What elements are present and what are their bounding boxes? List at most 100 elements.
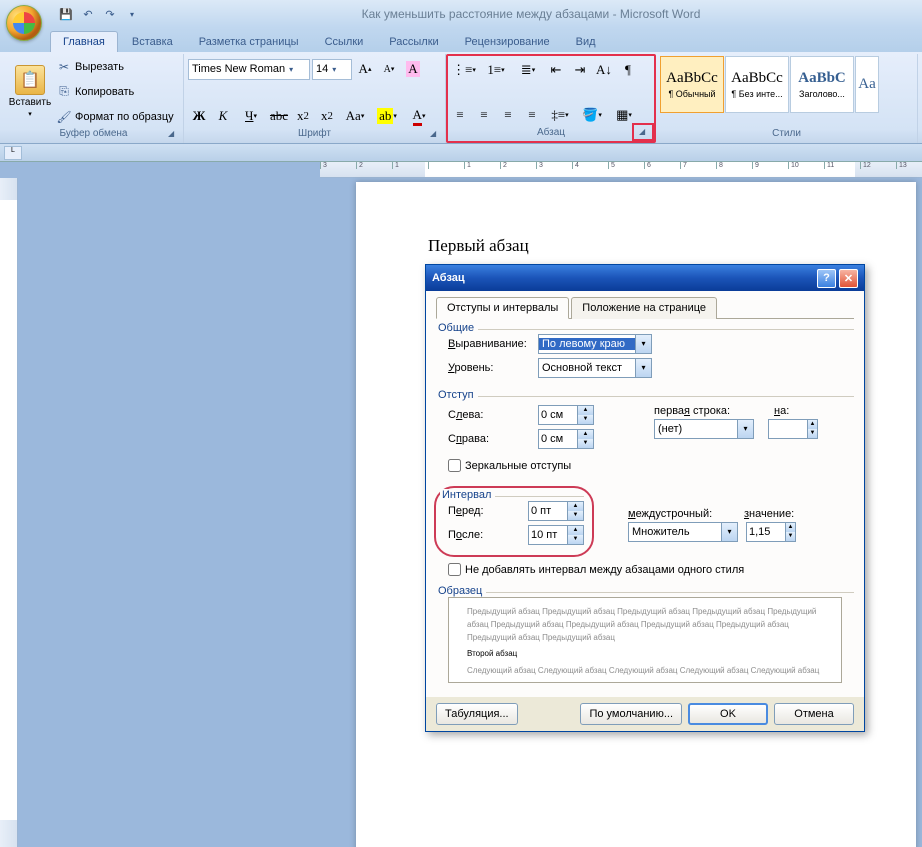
spacing-highlight: Интервал Перед: ▲▼ После: ▲▼: [434, 486, 594, 557]
decrease-indent-button[interactable]: ⇤: [545, 59, 567, 81]
style-heading1[interactable]: AaBbCЗаголово...: [790, 56, 854, 113]
spin-up-icon[interactable]: ▲: [578, 406, 593, 415]
indent-left-label: Слева:: [448, 409, 538, 421]
spin-up-icon[interactable]: ▲: [808, 420, 817, 429]
undo-icon[interactable]: ↶: [80, 6, 96, 22]
justify-button[interactable]: ≡: [521, 104, 543, 126]
group-font-label: Шрифт: [188, 127, 441, 141]
indent-left-spin[interactable]: ▲▼: [538, 405, 594, 425]
paste-button[interactable]: 📋 Вставить ▾: [8, 56, 52, 127]
show-marks-button[interactable]: ¶: [617, 59, 639, 81]
at-input[interactable]: [747, 523, 785, 541]
alignment-combo[interactable]: По левому краю▾: [538, 334, 652, 354]
paragraph-launcher-icon[interactable]: ◢: [639, 127, 651, 139]
numbering-button[interactable]: 1≡▾: [481, 59, 511, 81]
spin-up-icon[interactable]: ▲: [568, 502, 583, 511]
qat-dropdown-icon[interactable]: ▾: [124, 6, 140, 22]
spacing-after-input[interactable]: [529, 526, 567, 544]
spin-down-icon[interactable]: ▼: [578, 439, 593, 448]
tabs-button[interactable]: Табуляция...: [436, 703, 518, 725]
increase-indent-button[interactable]: ⇥: [569, 59, 591, 81]
strikethrough-button[interactable]: abc: [268, 105, 290, 127]
spacing-before-spin[interactable]: ▲▼: [528, 501, 584, 521]
bold-button[interactable]: Ж: [188, 105, 210, 127]
tab-indents-spacing[interactable]: Отступы и интервалы: [436, 297, 569, 319]
outline-level-combo[interactable]: Основной текст▾: [538, 358, 652, 378]
style-nospacing[interactable]: AaBbCc¶ Без инте...: [725, 56, 789, 113]
spin-down-icon[interactable]: ▼: [786, 532, 795, 541]
tab-view[interactable]: Вид: [564, 32, 608, 52]
vertical-ruler[interactable]: [0, 178, 18, 847]
superscript-button[interactable]: x2: [316, 105, 338, 127]
line-spacing-combo[interactable]: Множитель▾: [628, 522, 738, 542]
align-right-button[interactable]: ≡: [497, 104, 519, 126]
help-button[interactable]: ?: [817, 269, 836, 288]
cut-button[interactable]: ✂Вырезать: [54, 56, 176, 77]
change-case-button[interactable]: Aa ▾: [340, 105, 370, 127]
shrink-font-button[interactable]: A▾: [378, 58, 400, 80]
align-left-button[interactable]: ≡: [449, 104, 471, 126]
align-center-button[interactable]: ≡: [473, 104, 495, 126]
underline-button[interactable]: Ч ▾: [236, 105, 266, 127]
brush-icon: 🖌: [56, 109, 72, 125]
tab-line-page-breaks[interactable]: Положение на странице: [571, 297, 717, 319]
chevron-down-icon: ▾: [635, 335, 651, 353]
section-preview: Образец: [436, 585, 486, 597]
style-heading2[interactable]: Aa: [855, 56, 879, 113]
spin-up-icon[interactable]: ▲: [786, 523, 795, 532]
clipboard-launcher-icon[interactable]: ◢: [168, 129, 180, 141]
spin-down-icon[interactable]: ▼: [808, 429, 817, 438]
ok-button[interactable]: OK: [688, 703, 768, 725]
spin-down-icon[interactable]: ▼: [568, 511, 583, 520]
first-line-combo[interactable]: (нет)▾: [654, 419, 754, 439]
save-icon[interactable]: 💾: [58, 6, 74, 22]
grow-font-button[interactable]: A▴: [354, 58, 376, 80]
spacing-after-spin[interactable]: ▲▼: [528, 525, 584, 545]
preview-prev-text: Предыдущий абзац Предыдущий абзац Предыд…: [467, 606, 823, 644]
ruler-corner-icon[interactable]: L: [4, 146, 22, 160]
dialog-button-bar: Табуляция... По умолчанию... OK Отмена: [426, 697, 864, 731]
tab-home[interactable]: Главная: [50, 31, 118, 52]
cancel-button[interactable]: Отмена: [774, 703, 854, 725]
close-button[interactable]: ✕: [839, 269, 858, 288]
no-space-same-style-checkbox[interactable]: [448, 563, 461, 576]
spin-up-icon[interactable]: ▲: [578, 430, 593, 439]
first-line-by-input[interactable]: [769, 420, 807, 438]
style-normal[interactable]: AaBbCc¶ Обычный: [660, 56, 724, 113]
copy-button[interactable]: ⎘Копировать: [54, 81, 176, 102]
indent-right-input[interactable]: [539, 430, 577, 448]
spin-up-icon[interactable]: ▲: [568, 526, 583, 535]
spin-down-icon[interactable]: ▼: [568, 535, 583, 544]
font-name-combo[interactable]: Times New Roman▾: [188, 59, 310, 80]
indent-right-spin[interactable]: ▲▼: [538, 429, 594, 449]
subscript-button[interactable]: x2: [292, 105, 314, 127]
mirror-indents-checkbox[interactable]: [448, 459, 461, 472]
spin-down-icon[interactable]: ▼: [578, 415, 593, 424]
font-launcher-icon[interactable]: ◢: [430, 129, 442, 141]
at-spin[interactable]: ▲▼: [746, 522, 796, 542]
spacing-before-input[interactable]: [529, 502, 567, 520]
dialog-titlebar[interactable]: Абзац ? ✕: [426, 265, 864, 291]
office-button[interactable]: [6, 5, 42, 41]
clear-formatting-button[interactable]: A: [402, 58, 424, 80]
bullets-button[interactable]: ⋮≡▾: [449, 59, 479, 81]
tab-mailings[interactable]: Рассылки: [377, 32, 450, 52]
multilevel-button[interactable]: ≣▾: [513, 59, 543, 81]
line-spacing-button[interactable]: ‡≡▾: [545, 104, 575, 126]
sort-button[interactable]: A↓: [593, 59, 615, 81]
redo-icon[interactable]: ↷: [102, 6, 118, 22]
font-color-button[interactable]: A▾: [404, 105, 434, 127]
default-button[interactable]: По умолчанию...: [580, 703, 682, 725]
tab-review[interactable]: Рецензирование: [453, 32, 562, 52]
font-size-combo[interactable]: 14▾: [312, 59, 352, 80]
tab-page-layout[interactable]: Разметка страницы: [187, 32, 311, 52]
horizontal-ruler[interactable]: 3211234567891011121314151617: [320, 162, 922, 178]
tab-references[interactable]: Ссылки: [313, 32, 376, 52]
indent-left-input[interactable]: [539, 406, 577, 424]
shading-button[interactable]: 🪣▾: [577, 104, 607, 126]
highlight-button[interactable]: ab▾: [372, 105, 402, 127]
italic-button[interactable]: К: [212, 105, 234, 127]
first-line-by-spin[interactable]: ▲▼: [768, 419, 818, 439]
tab-insert[interactable]: Вставка: [120, 32, 185, 52]
format-painter-button[interactable]: 🖌Формат по образцу: [54, 106, 176, 127]
